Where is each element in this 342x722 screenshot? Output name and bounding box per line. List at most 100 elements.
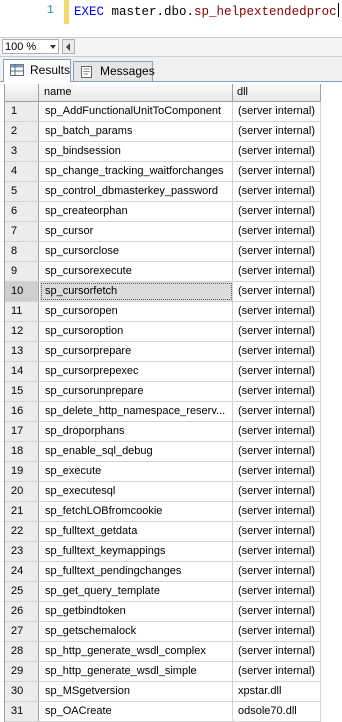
- table-row[interactable]: 10 sp_cursorfetch (server internal): [5, 282, 321, 302]
- table-row[interactable]: 16 sp_delete_http_namespace_reserv... (ser…: [5, 402, 321, 422]
- cell-dll[interactable]: (server internal): [233, 562, 321, 581]
- row-number[interactable]: 30: [5, 682, 39, 701]
- cell-name[interactable]: sp_cursorclose: [40, 242, 233, 261]
- cell-dll[interactable]: (server internal): [233, 402, 321, 421]
- table-row[interactable]: 25 sp_get_query_template (server internal): [5, 582, 321, 602]
- row-number[interactable]: 27: [5, 622, 39, 641]
- cell-dll[interactable]: (server internal): [233, 422, 321, 441]
- column-header-dll[interactable]: dll: [233, 84, 321, 101]
- cell-name[interactable]: sp_get_query_template: [40, 582, 233, 601]
- cell-dll[interactable]: (server internal): [233, 522, 321, 541]
- cell-name[interactable]: sp_http_generate_wsdl_simple: [40, 662, 233, 681]
- row-number[interactable]: 19: [5, 462, 39, 481]
- table-row[interactable]: 12 sp_cursoroption (server internal): [5, 322, 321, 342]
- query-text[interactable]: EXEC master.dbo.sp_helpextendedproc: [74, 3, 339, 19]
- table-row[interactable]: 1 sp_AddFunctionalUnitToComponent (server …: [5, 102, 321, 122]
- cell-dll[interactable]: (server internal): [233, 142, 321, 161]
- cell-name[interactable]: sp_fulltext_pendingchanges: [40, 562, 233, 581]
- row-number[interactable]: 28: [5, 642, 39, 661]
- table-row[interactable]: 8 sp_cursorclose (server internal): [5, 242, 321, 262]
- cell-name[interactable]: sp_fetchLOBfromcookie: [40, 502, 233, 521]
- row-number[interactable]: 5: [5, 182, 39, 201]
- table-row[interactable]: 18 sp_enable_sql_debug (server internal): [5, 442, 321, 462]
- cell-dll[interactable]: (server internal): [233, 342, 321, 361]
- row-number[interactable]: 29: [5, 662, 39, 681]
- query-editor[interactable]: 1 EXEC master.dbo.sp_helpextendedproc: [0, 0, 342, 36]
- cell-dll[interactable]: (server internal): [233, 542, 321, 561]
- table-row[interactable]: 14 sp_cursorprepexec (server internal): [5, 362, 321, 382]
- cell-name[interactable]: sp_cursorprepare: [40, 342, 233, 361]
- row-number[interactable]: 8: [5, 242, 39, 261]
- table-row[interactable]: 23 sp_fulltext_keymappings (server interna…: [5, 542, 321, 562]
- table-row[interactable]: 21 sp_fetchLOBfromcookie (server internal): [5, 502, 321, 522]
- cell-name[interactable]: sp_control_dbmasterkey_password: [40, 182, 233, 201]
- table-row[interactable]: 19 sp_execute (server internal): [5, 462, 321, 482]
- cell-name[interactable]: sp_fulltext_keymappings: [40, 542, 233, 561]
- cell-name[interactable]: sp_droporphans: [40, 422, 233, 441]
- cell-dll[interactable]: (server internal): [233, 222, 321, 241]
- table-row[interactable]: 31 sp_OACreate odsole70.dll: [5, 702, 321, 722]
- row-number[interactable]: 12: [5, 322, 39, 341]
- row-number[interactable]: 3: [5, 142, 39, 161]
- cell-name[interactable]: sp_cursorexecute: [40, 262, 233, 281]
- scroll-left-button[interactable]: [62, 39, 75, 54]
- table-row[interactable]: 11 sp_cursoropen (server internal): [5, 302, 321, 322]
- cell-dll[interactable]: (server internal): [233, 442, 321, 461]
- cell-name[interactable]: sp_AddFunctionalUnitToComponent: [40, 102, 233, 121]
- table-row[interactable]: 27 sp_getschemalock (server internal): [5, 622, 321, 642]
- cell-dll[interactable]: (server internal): [233, 602, 321, 621]
- cell-name[interactable]: sp_getschemalock: [40, 622, 233, 641]
- row-number[interactable]: 7: [5, 222, 39, 241]
- row-number[interactable]: 15: [5, 382, 39, 401]
- row-number[interactable]: 10: [5, 282, 39, 301]
- row-number[interactable]: 1: [5, 102, 39, 121]
- row-number[interactable]: 16: [5, 402, 39, 421]
- cell-name[interactable]: sp_delete_http_namespace_reserv...: [40, 402, 233, 421]
- row-number[interactable]: 11: [5, 302, 39, 321]
- cell-dll[interactable]: odsole70.dll: [233, 702, 321, 721]
- table-row[interactable]: 20 sp_executesql (server internal): [5, 482, 321, 502]
- table-row[interactable]: 30 sp_MSgetversion xpstar.dll: [5, 682, 321, 702]
- cell-name[interactable]: sp_cursorprepexec: [40, 362, 233, 381]
- cell-name[interactable]: sp_getbindtoken: [40, 602, 233, 621]
- row-number[interactable]: 18: [5, 442, 39, 461]
- table-row[interactable]: 24 sp_fulltext_pendingchanges (server inte…: [5, 562, 321, 582]
- results-grid[interactable]: name dll 1 sp_AddFunctionalUnitToComponen…: [4, 84, 321, 722]
- row-number[interactable]: 22: [5, 522, 39, 541]
- cell-name[interactable]: sp_http_generate_wsdl_complex: [40, 642, 233, 661]
- row-number[interactable]: 4: [5, 162, 39, 181]
- cell-dll[interactable]: (server internal): [233, 242, 321, 261]
- table-row[interactable]: 7 sp_cursor (server internal): [5, 222, 321, 242]
- cell-dll[interactable]: (server internal): [233, 502, 321, 521]
- table-row[interactable]: 4 sp_change_tracking_waitforchanges (serve…: [5, 162, 321, 182]
- cell-name[interactable]: sp_cursor: [40, 222, 233, 241]
- cell-name[interactable]: sp_execute: [40, 462, 233, 481]
- cell-dll[interactable]: (server internal): [233, 482, 321, 501]
- cell-dll[interactable]: xpstar.dll: [233, 682, 321, 701]
- table-row[interactable]: 13 sp_cursorprepare (server internal): [5, 342, 321, 362]
- zoom-dropdown[interactable]: 100 %: [2, 39, 59, 54]
- cell-dll[interactable]: (server internal): [233, 302, 321, 321]
- cell-dll[interactable]: (server internal): [233, 262, 321, 281]
- row-number[interactable]: 23: [5, 542, 39, 561]
- row-number[interactable]: 25: [5, 582, 39, 601]
- cell-dll[interactable]: (server internal): [233, 642, 321, 661]
- table-row[interactable]: 28 sp_http_generate_wsdl_complex (server i…: [5, 642, 321, 662]
- cell-dll[interactable]: (server internal): [233, 202, 321, 221]
- row-number[interactable]: 24: [5, 562, 39, 581]
- table-row[interactable]: 6 sp_createorphan (server internal): [5, 202, 321, 222]
- row-number[interactable]: 2: [5, 122, 39, 141]
- select-all-corner[interactable]: [5, 84, 39, 101]
- column-header-name[interactable]: name: [40, 84, 233, 101]
- table-row[interactable]: 2 sp_batch_params (server internal): [5, 122, 321, 142]
- cell-name[interactable]: sp_executesql: [40, 482, 233, 501]
- row-number[interactable]: 21: [5, 502, 39, 521]
- table-row[interactable]: 3 sp_bindsession (server internal): [5, 142, 321, 162]
- cell-name[interactable]: sp_bindsession: [40, 142, 233, 161]
- table-row[interactable]: 15 sp_cursorunprepare (server internal): [5, 382, 321, 402]
- cell-name[interactable]: sp_batch_params: [40, 122, 233, 141]
- cell-name[interactable]: sp_cursorunprepare: [40, 382, 233, 401]
- row-number[interactable]: 13: [5, 342, 39, 361]
- cell-dll[interactable]: (server internal): [233, 582, 321, 601]
- row-number[interactable]: 6: [5, 202, 39, 221]
